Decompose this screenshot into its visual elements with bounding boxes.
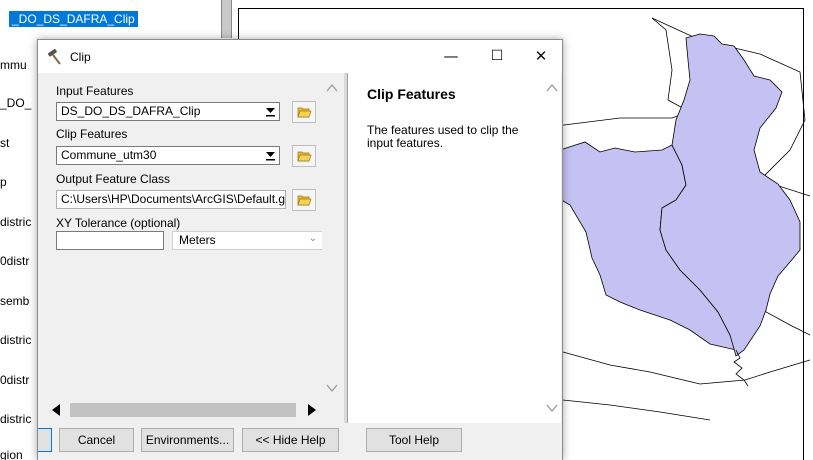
toc-layer[interactable]: 0distr	[0, 254, 29, 268]
help-text: The features used to clip the input feat…	[367, 123, 519, 150]
xy-units-value: Meters	[179, 233, 216, 247]
ok-button[interactable]	[38, 428, 52, 452]
toc-layer[interactable]: distric	[0, 412, 31, 426]
toc-layer[interactable]: 0distr	[0, 373, 29, 387]
xy-units-select[interactable]: Meters ⌄	[172, 231, 326, 250]
toc-layer-selected[interactable]: _DO_DS_DAFRA_Clip	[9, 11, 138, 27]
maximize-button[interactable]: ☐	[474, 40, 520, 73]
scroll-left-arrow-icon	[52, 404, 60, 416]
parameters-vertical-scrollbar[interactable]	[322, 73, 342, 423]
folder-open-icon	[297, 151, 312, 162]
toc-layer[interactable]: gion	[0, 448, 23, 460]
clip-features-label: Clip Features	[56, 127, 128, 141]
input-features-combo[interactable]: DS_DO_DS_DAFRA_Clip	[56, 102, 280, 121]
district-outline	[562, 399, 711, 421]
toc-layer[interactable]: st	[0, 136, 9, 150]
cancel-button[interactable]: Cancel	[59, 428, 134, 452]
dropdown-arrow-icon[interactable]	[266, 150, 275, 161]
hide-help-button[interactable]: << Hide Help	[242, 428, 339, 452]
toc-layer[interactable]: distric	[0, 215, 31, 229]
dropdown-arrow-icon[interactable]	[266, 106, 275, 117]
output-class-field[interactable]: C:\Users\HP\Documents\ArcGIS\Default.gdb…	[56, 190, 286, 209]
folder-open-icon	[297, 195, 312, 206]
toc-layer[interactable]: distric	[0, 333, 31, 347]
district-outline	[562, 351, 811, 385]
horizontal-scroll-thumb[interactable]	[70, 403, 296, 417]
output-class-label: Output Feature Class	[56, 172, 171, 186]
environments-button[interactable]: Environments...	[141, 428, 234, 452]
help-title: Clip Features	[367, 86, 456, 102]
dialog-title: Clip	[70, 50, 91, 64]
help-pane: Clip Features The features used to clip …	[347, 73, 561, 423]
toc-layer[interactable]: semb	[0, 294, 29, 308]
scroll-up-arrow-icon	[326, 83, 338, 92]
output-class-value: C:\Users\HP\Documents\ArcGIS\Default.gdb…	[61, 192, 286, 206]
scroll-down-arrow-icon	[326, 384, 338, 393]
browse-clip-button[interactable]	[292, 145, 316, 167]
clip-features-value: Commune_utm30	[61, 148, 157, 162]
xy-tolerance-label: XY Tolerance (optional)	[56, 216, 181, 230]
parameters-pane: Input Features DS_DO_DS_DAFRA_Clip Clip …	[42, 73, 344, 423]
clip-features-combo[interactable]: Commune_utm30	[56, 146, 280, 165]
close-button[interactable]: ✕	[518, 40, 564, 73]
clip-dialog: Clip — ☐ ✕ Input Features DS_DO_DS_DAFRA…	[37, 39, 563, 460]
input-features-label: Input Features	[56, 84, 134, 98]
folder-open-icon	[297, 107, 312, 118]
dialog-titlebar[interactable]: Clip — ☐ ✕	[38, 40, 562, 73]
hammer-icon	[47, 49, 61, 65]
input-features-value: DS_DO_DS_DAFRA_Clip	[61, 104, 201, 118]
toc-layer[interactable]: mmu	[0, 58, 27, 72]
tool-help-button[interactable]: Tool Help	[366, 428, 462, 452]
scroll-right-arrow-icon	[308, 404, 316, 416]
toc-layer[interactable]: p	[0, 175, 7, 189]
toc-layer[interactable]: _DO_	[0, 96, 31, 110]
scroll-up-arrow-icon	[546, 83, 558, 92]
parameters-horizontal-scrollbar[interactable]	[42, 400, 326, 420]
browse-input-button[interactable]	[292, 101, 316, 123]
scroll-down-arrow-icon	[546, 404, 558, 413]
browse-output-button[interactable]	[292, 189, 316, 211]
toc-splitter[interactable]	[221, 0, 232, 38]
minimize-button[interactable]: —	[428, 40, 474, 73]
xy-tolerance-input[interactable]	[56, 231, 164, 250]
help-vertical-scrollbar[interactable]	[542, 73, 562, 423]
chevron-down-icon: ⌄	[308, 233, 317, 244]
dialog-button-bar: Cancel Environments... << Hide Help Tool…	[38, 424, 562, 460]
